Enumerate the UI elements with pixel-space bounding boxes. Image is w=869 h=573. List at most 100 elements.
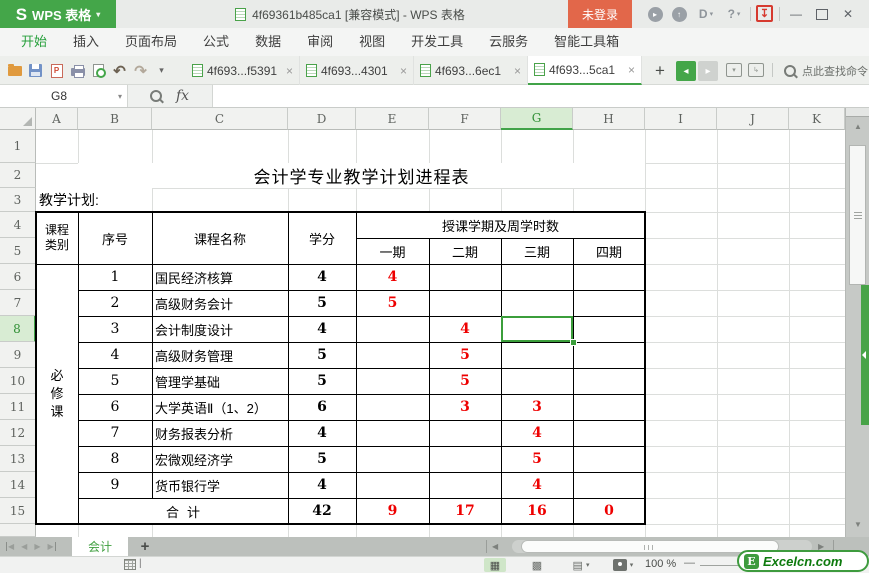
- cell-F11[interactable]: 3: [429, 394, 501, 420]
- previous-tab-button[interactable]: ◂: [676, 61, 696, 81]
- cell-C8[interactable]: 会计制度设计: [152, 316, 288, 342]
- side-panel-collapse-tab[interactable]: [861, 285, 869, 425]
- close-tab-icon[interactable]: ×: [514, 64, 521, 78]
- horizontal-scroll-thumb[interactable]: [521, 540, 779, 553]
- column-header-J[interactable]: J: [717, 108, 789, 130]
- cell-E15[interactable]: 9: [356, 498, 429, 524]
- cell-B7[interactable]: 2: [78, 290, 152, 316]
- cell-D11[interactable]: 6: [288, 394, 356, 420]
- maximize-button[interactable]: [810, 0, 834, 28]
- skin-center-button[interactable]: ▸: [645, 0, 665, 28]
- row-header-12[interactable]: 12: [0, 420, 36, 446]
- row-header-5[interactable]: 5: [0, 238, 36, 264]
- close-tab-icon[interactable]: ×: [286, 64, 293, 78]
- column-header-E[interactable]: E: [356, 108, 429, 130]
- page-layout-view-button[interactable]: ▤ ▾: [566, 558, 596, 572]
- cell-C10[interactable]: 管理学基础: [152, 368, 288, 394]
- cell-B9[interactable]: 4: [78, 342, 152, 368]
- row-header-15[interactable]: 15: [0, 498, 36, 524]
- cell-F10[interactable]: 5: [429, 368, 501, 394]
- menu-item-公式[interactable]: 公式: [190, 28, 242, 56]
- minimize-button[interactable]: —: [784, 0, 808, 28]
- close-tab-icon[interactable]: ×: [628, 63, 635, 77]
- column-header-G[interactable]: G: [501, 108, 573, 130]
- open-file-button[interactable]: [4, 60, 25, 81]
- row-header-10[interactable]: 10: [0, 368, 36, 394]
- cell-A4[interactable]: 课程类别: [36, 212, 78, 264]
- row-header-6[interactable]: 6: [0, 264, 36, 290]
- row-header-14[interactable]: 14: [0, 472, 36, 498]
- column-header-B[interactable]: B: [78, 108, 152, 130]
- row-header-8[interactable]: 8: [0, 316, 36, 342]
- next-tab-button[interactable]: ▸: [698, 61, 718, 81]
- cell-B14[interactable]: 9: [78, 472, 152, 498]
- menu-item-开发工具[interactable]: 开发工具: [398, 28, 476, 56]
- cell-B13[interactable]: 8: [78, 446, 152, 472]
- cell-B10[interactable]: 5: [78, 368, 152, 394]
- column-header-A[interactable]: A: [36, 108, 78, 130]
- login-button[interactable]: 未登录: [568, 0, 632, 28]
- column-header-K[interactable]: K: [789, 108, 845, 130]
- column-header-H[interactable]: H: [573, 108, 645, 130]
- export-pdf-button[interactable]: P: [46, 60, 67, 81]
- new-document-button[interactable]: +: [650, 56, 670, 85]
- next-sheet-icon[interactable]: ▶: [34, 542, 40, 551]
- row-header-9[interactable]: 9: [0, 342, 36, 368]
- doc-tab[interactable]: 4f693...6ec1 ×: [414, 56, 528, 85]
- menu-item-云服务[interactable]: 云服务: [476, 28, 541, 56]
- row-header-2[interactable]: 2: [0, 163, 36, 188]
- cell-E6[interactable]: 4: [356, 264, 429, 290]
- doc-tab[interactable]: 4f693...4301 ×: [300, 56, 414, 85]
- menu-item-审阅[interactable]: 审阅: [294, 28, 346, 56]
- close-tab-icon[interactable]: ×: [400, 64, 407, 78]
- cell-B2[interactable]: 会计学专业教学计划进程表: [78, 163, 645, 188]
- print-button[interactable]: [67, 60, 88, 81]
- cell-C11[interactable]: 大学英语Ⅱ（1、2）: [152, 394, 288, 420]
- split-handle[interactable]: [846, 108, 869, 117]
- menu-item-智能工具箱[interactable]: 智能工具箱: [541, 28, 632, 56]
- row-header-13[interactable]: 13: [0, 446, 36, 472]
- close-button[interactable]: ✕: [836, 0, 860, 28]
- help-menu-button[interactable]: ? ▾: [721, 0, 747, 28]
- cell-B8[interactable]: 3: [78, 316, 152, 342]
- row-header-11[interactable]: 11: [0, 394, 36, 420]
- normal-view-button[interactable]: ▦: [484, 558, 506, 572]
- column-header-I[interactable]: I: [645, 108, 717, 130]
- share-button[interactable]: ↳: [748, 63, 764, 77]
- cell-D8[interactable]: 4: [288, 316, 356, 342]
- vertical-scroll-thumb[interactable]: [849, 145, 866, 285]
- cell-C13[interactable]: 宏微观经济学: [152, 446, 288, 472]
- cell-A3[interactable]: 教学计划:: [36, 188, 152, 212]
- row-header-3[interactable]: 3: [0, 188, 36, 212]
- cell-F5[interactable]: 二期: [429, 238, 501, 264]
- toolbar-more-button[interactable]: ▾: [151, 60, 172, 81]
- menu-item-页面布局[interactable]: 页面布局: [112, 28, 190, 56]
- formula-input[interactable]: [212, 85, 869, 107]
- cell-G5[interactable]: 三期: [501, 238, 573, 264]
- reading-view-button[interactable]: ▾: [608, 558, 638, 572]
- download-button[interactable]: ↧: [756, 5, 773, 22]
- doc-tab[interactable]: 4f693...f5391 ×: [186, 56, 300, 85]
- print-preview-button[interactable]: [88, 60, 109, 81]
- wps-logo-button[interactable]: S WPS 表格 ▾: [0, 0, 116, 28]
- name-box[interactable]: G8 ▾: [0, 85, 128, 107]
- cell-D14[interactable]: 4: [288, 472, 356, 498]
- row-header-4[interactable]: 4: [0, 212, 36, 238]
- cell-G15[interactable]: 16: [501, 498, 573, 524]
- cell-H15[interactable]: 0: [573, 498, 645, 524]
- cell-E5[interactable]: 一期: [356, 238, 429, 264]
- cell-F15[interactable]: 17: [429, 498, 501, 524]
- cell-D6[interactable]: 4: [288, 264, 356, 290]
- cell-B6[interactable]: 1: [78, 264, 152, 290]
- zoom-out-button[interactable]: —: [684, 557, 695, 569]
- theme-menu-button[interactable]: D ▾: [693, 0, 719, 28]
- column-header-C[interactable]: C: [152, 108, 288, 130]
- cell-D13[interactable]: 5: [288, 446, 356, 472]
- row-header-1[interactable]: 1: [0, 130, 36, 163]
- cell-C4[interactable]: 课程名称: [152, 212, 288, 264]
- cell-B12[interactable]: 7: [78, 420, 152, 446]
- cell-D7[interactable]: 5: [288, 290, 356, 316]
- cell-B11[interactable]: 6: [78, 394, 152, 420]
- cell-B15[interactable]: 合计: [78, 498, 288, 524]
- find-command-box[interactable]: 点此查找命令: [784, 56, 868, 85]
